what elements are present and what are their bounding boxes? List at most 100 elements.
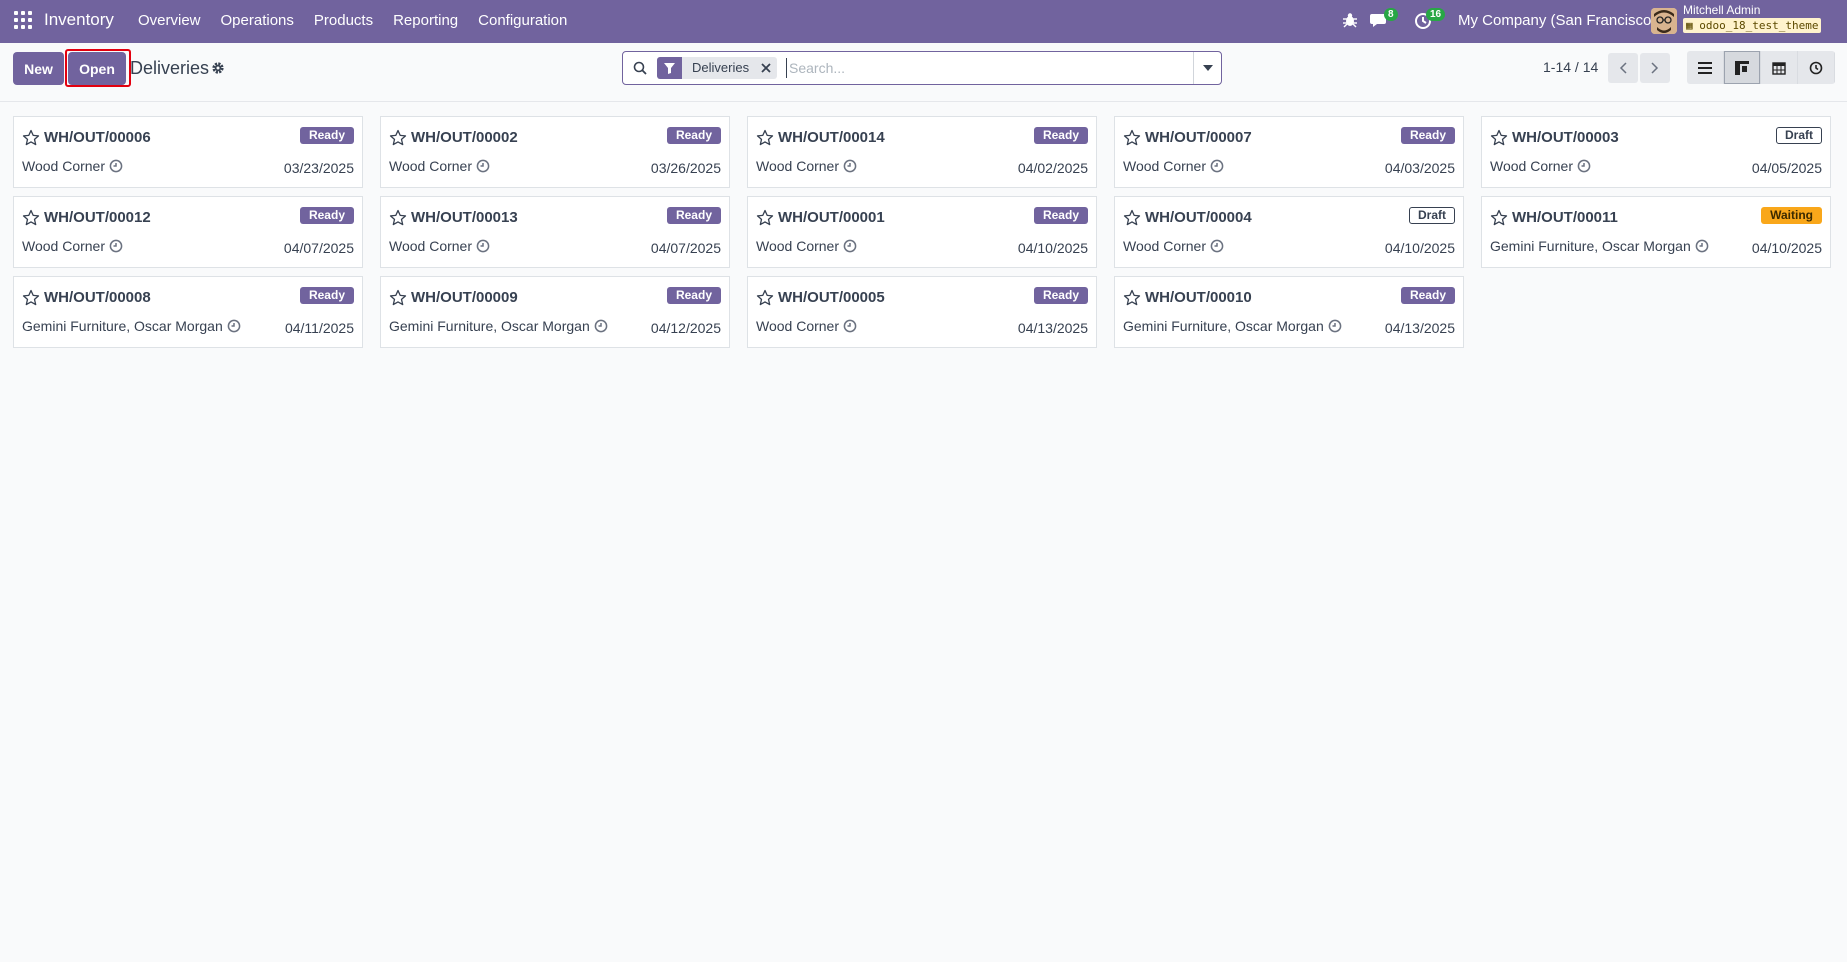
activity-clock-icon[interactable] (109, 239, 123, 253)
menu-products[interactable]: Products (314, 12, 373, 29)
kanban-card[interactable]: WH/OUT/00009 Ready Gemini Furniture, Oscar… (380, 276, 730, 348)
top-navbar: Inventory Overview Operations Products R… (0, 0, 1847, 43)
star-icon[interactable] (1490, 129, 1508, 147)
activity-clock-icon[interactable] (227, 319, 241, 333)
activity-clock-icon[interactable] (1210, 159, 1224, 173)
status-badge: Draft (1408, 207, 1455, 224)
control-panel-divider (0, 101, 1847, 102)
kanban-card[interactable]: WH/OUT/00011 Waiting Gemini Furniture, Osc… (1481, 196, 1831, 268)
star-icon[interactable] (1123, 129, 1141, 147)
star-icon[interactable] (1490, 209, 1508, 227)
card-date: 04/10/2025 (1751, 240, 1822, 256)
kanban-card[interactable]: WH/OUT/00007 Ready Wood Corner 04/03/2025 (1114, 116, 1464, 188)
status-badge: Ready (1033, 287, 1088, 304)
activity-clock-icon[interactable] (843, 239, 857, 253)
user-avatar[interactable] (1651, 8, 1677, 34)
partner-name: Gemini Furniture, Oscar Morgan (1490, 238, 1691, 254)
pager-next-button[interactable] (1640, 53, 1670, 83)
activity-clock-icon[interactable] (109, 159, 123, 173)
star-icon[interactable] (22, 289, 40, 307)
activity-clock-icon[interactable] (1210, 239, 1224, 253)
search-icon (633, 61, 647, 75)
activity-clock-icon[interactable] (594, 319, 608, 333)
card-partner: Wood Corner (22, 238, 123, 254)
partner-name: Wood Corner (1490, 158, 1574, 174)
menu-configuration[interactable]: Configuration (478, 12, 567, 29)
close-icon[interactable] (755, 57, 778, 79)
star-icon[interactable] (389, 209, 407, 227)
calendar-view-button[interactable] (1761, 51, 1798, 84)
page-title: Deliveries (130, 58, 210, 78)
activity-clock-icon[interactable] (843, 319, 857, 333)
card-reference: WH/OUT/00011 (1512, 209, 1618, 226)
activity-clock-icon[interactable] (1695, 239, 1709, 253)
search-bar: Deliveries (622, 51, 1222, 85)
card-reference: WH/OUT/00009 (411, 289, 518, 306)
pager-value[interactable]: 1-14 / 14 (1543, 59, 1598, 75)
card-date: 04/13/2025 (1384, 320, 1455, 336)
kanban-card[interactable]: WH/OUT/00001 Ready Wood Corner 04/10/2025 (747, 196, 1097, 268)
status-badge: Ready (666, 207, 721, 224)
open-button-highlight (65, 49, 131, 87)
pager-previous-button[interactable] (1608, 53, 1638, 83)
kanban-card[interactable]: WH/OUT/00006 Ready Wood Corner 03/23/2025 (13, 116, 363, 188)
partner-name: Wood Corner (756, 318, 840, 334)
kanban-card[interactable]: WH/OUT/00005 Ready Wood Corner 04/13/2025 (747, 276, 1097, 348)
star-icon[interactable] (22, 129, 40, 147)
star-icon[interactable] (389, 129, 407, 147)
menu-operations[interactable]: Operations (221, 12, 294, 29)
card-date: 04/12/2025 (650, 320, 721, 336)
status-badge: Ready (1033, 127, 1088, 144)
card-partner: Wood Corner (1123, 238, 1224, 254)
activity-clock-icon[interactable] (476, 239, 490, 253)
star-icon[interactable] (1123, 289, 1141, 307)
card-date: 04/05/2025 (1751, 160, 1822, 176)
status-badge: Ready (1033, 207, 1088, 224)
user-name[interactable]: Mitchell Admin (1683, 3, 1760, 17)
star-icon[interactable] (756, 209, 774, 227)
kanban-card[interactable]: WH/OUT/00014 Ready Wood Corner 04/02/2025 (747, 116, 1097, 188)
kanban-card[interactable]: WH/OUT/00008 Ready Gemini Furniture, Oscar… (13, 276, 363, 348)
facet-label: Deliveries (682, 57, 756, 79)
kanban-card[interactable]: WH/OUT/00012 Ready Wood Corner 04/07/2025 (13, 196, 363, 268)
kanban-card[interactable]: WH/OUT/00004 Draft Wood Corner 04/10/2025 (1114, 196, 1464, 268)
list-view-button[interactable] (1687, 51, 1724, 84)
star-icon[interactable] (389, 289, 407, 307)
kanban-card[interactable]: WH/OUT/00003 Draft Wood Corner 04/05/2025 (1481, 116, 1831, 188)
apps-menu-icon[interactable] (14, 11, 32, 29)
card-partner: Wood Corner (756, 238, 857, 254)
menu-reporting[interactable]: Reporting (393, 12, 458, 29)
partner-name: Gemini Furniture, Oscar Morgan (22, 318, 223, 334)
partner-name: Wood Corner (389, 238, 473, 254)
activity-clock-icon[interactable] (1328, 319, 1342, 333)
chevron-right-icon (1651, 62, 1659, 74)
star-icon[interactable] (1123, 209, 1141, 227)
menu-overview[interactable]: Overview (138, 12, 201, 29)
activity-clock-icon[interactable] (1577, 159, 1591, 173)
card-reference: WH/OUT/00001 (778, 209, 885, 226)
activity-clock-icon[interactable] (843, 159, 857, 173)
activity-view-button[interactable] (1798, 51, 1835, 84)
activity-clock-icon[interactable] (476, 159, 490, 173)
star-icon[interactable] (756, 289, 774, 307)
clock-icon (1809, 61, 1823, 74)
search-options-toggle[interactable] (1193, 52, 1221, 84)
avatar-face-icon (1651, 8, 1677, 34)
star-icon[interactable] (22, 209, 40, 227)
messages-count-badge: 8 (1384, 8, 1398, 21)
kanban-card[interactable]: WH/OUT/00010 Ready Gemini Furniture, Oscar… (1114, 276, 1464, 348)
kanban-card[interactable]: WH/OUT/00013 Ready Wood Corner 04/07/2025 (380, 196, 730, 268)
company-switcher[interactable]: My Company (San Francisco) (1458, 12, 1656, 29)
kanban-view-button[interactable] (1724, 51, 1761, 84)
card-reference: WH/OUT/00002 (411, 129, 518, 146)
gear-icon[interactable] (211, 61, 225, 75)
debug-bug-icon[interactable] (1342, 12, 1358, 28)
kanban-card[interactable]: WH/OUT/00002 Ready Wood Corner 03/26/2025 (380, 116, 730, 188)
partner-name: Wood Corner (756, 158, 840, 174)
main-menu: Overview Operations Products Reporting C… (138, 12, 587, 29)
app-brand[interactable]: Inventory (44, 10, 114, 30)
star-icon[interactable] (756, 129, 774, 147)
new-button[interactable]: New (13, 52, 64, 85)
search-input[interactable] (786, 58, 1186, 78)
card-partner: Wood Corner (1123, 158, 1224, 174)
